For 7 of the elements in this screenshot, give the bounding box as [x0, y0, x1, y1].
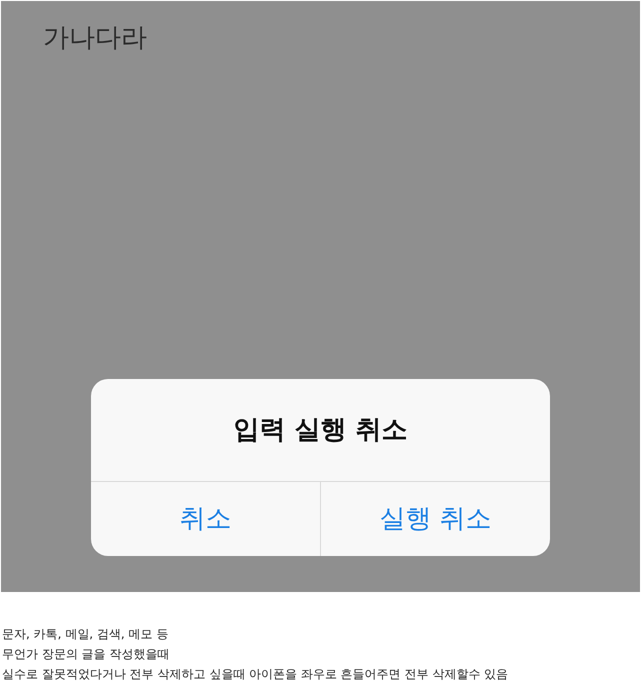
note-text: 가나다라: [43, 23, 147, 53]
caption-text: 실수로 잘못적었다거나 전부 삭제하고 싶을때 아이폰을 좌우로 흔들어주면 전부 삭제할수 있음: [2, 666, 510, 683]
undo-button[interactable]: 실행 취소: [320, 482, 550, 556]
caption-text: 무언가 장문의 글을 작성했을때: [2, 646, 170, 663]
cancel-button[interactable]: 취소: [91, 482, 320, 556]
caption-text: 문자, 카톡, 메일, 검색, 메모 등: [2, 626, 170, 643]
alert-title: 입력 실행 취소: [233, 414, 408, 446]
